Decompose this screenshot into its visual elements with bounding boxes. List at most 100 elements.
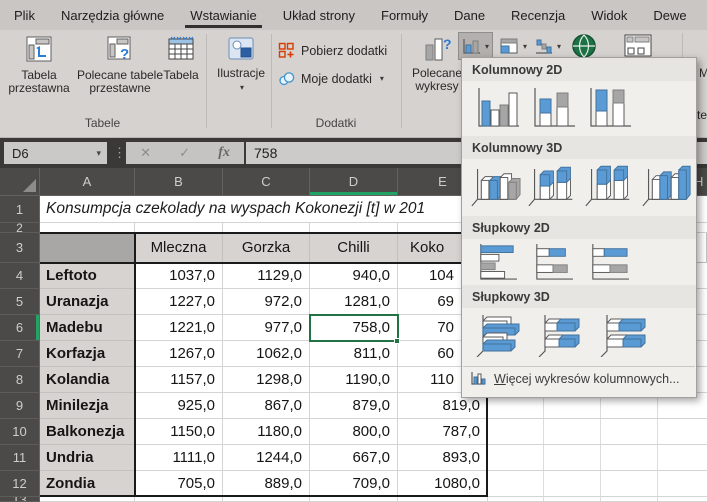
row-header[interactable]: 1 [0,196,40,223]
chart-option-stacked-bar-3d[interactable] [536,313,588,357]
tab-widok[interactable]: Widok [591,0,627,30]
pivot-table-button[interactable]: Tabela przestawna [6,33,72,95]
cell-value[interactable]: 1298,0 [223,367,310,393]
cell-value[interactable]: 811,0 [310,341,398,367]
row-header[interactable]: 6 [0,315,40,341]
row-header[interactable]: 11 [0,445,40,471]
cell-value[interactable]: 889,0 [223,471,310,497]
row-header[interactable]: 10 [0,419,40,445]
cell-value[interactable]: 705,0 [135,471,223,497]
cell-value[interactable]: 1221,0 [135,315,223,341]
cell-value[interactable]: 800,0 [310,419,398,445]
cell-empty[interactable] [488,471,707,497]
tab-dane[interactable]: Dane [454,0,485,30]
cell-island-name[interactable]: Leftoto [40,263,135,289]
insert-hierarchy-chart-button[interactable]: ▾ [497,33,530,59]
cell-value[interactable]: 1244,0 [223,445,310,471]
row-header[interactable]: 2 [0,223,40,233]
tab-uklad-strony[interactable]: Układ strony [283,0,355,30]
tab-recenzja[interactable]: Recenzja [511,0,565,30]
pivotchart-button[interactable] [620,33,656,59]
row-header[interactable]: 9 [0,393,40,419]
chart-option-stacked-column-2d[interactable] [530,86,576,130]
recommended-charts-button[interactable]: ? Polecane wykresy [409,33,465,93]
cell-value[interactable]: 787,0 [398,419,488,445]
chart-option-stacked-column-3d[interactable] [527,164,578,210]
cell-island-name[interactable]: Kolandia [40,367,135,393]
chart-option-100-stacked-column-3d[interactable] [584,164,635,210]
enter-icon[interactable]: ✓ [179,145,190,161]
chart-option-clustered-bar-2d[interactable] [474,243,520,281]
chart-option-100-stacked-bar-3d[interactable] [598,313,650,357]
cell-header[interactable]: Mleczna [135,233,223,263]
cell-empty[interactable] [398,497,488,502]
cell-value[interactable]: 1150,0 [135,419,223,445]
chevron-down-icon[interactable]: ▾ [96,148,101,159]
tab-wstawianie[interactable]: Wstawianie [190,0,256,30]
cell-value[interactable]: 1281,0 [310,289,398,315]
chart-option-100-stacked-column-2d[interactable] [586,86,632,130]
cell-value[interactable]: 1111,0 [135,445,223,471]
cell-value[interactable]: 1157,0 [135,367,223,393]
cell-header[interactable]: Gorzka [223,233,310,263]
cell-empty[interactable] [488,497,707,502]
chart-option-clustered-bar-3d[interactable] [474,313,526,357]
row-header[interactable]: 8 [0,367,40,393]
cell-value[interactable]: 1190,0 [310,367,398,393]
recommended-pivot-tables-button[interactable]: ? Polecane tabele przestawne [72,33,168,95]
table-button[interactable]: Tabela [158,33,204,82]
row-header[interactable]: 12 [0,471,40,497]
row-header[interactable]: 13 [0,497,40,502]
cell-value[interactable]: 879,0 [310,393,398,419]
cell-value[interactable]: 940,0 [310,263,398,289]
insert-waterfall-chart-button[interactable]: ▾ [531,33,564,59]
cell-empty[interactable] [40,497,135,502]
cell-value[interactable]: 972,0 [223,289,310,315]
illustrations-button[interactable]: Ilustracje ▾ [212,33,270,94]
cell-value[interactable]: 1227,0 [135,289,223,315]
column-header-c[interactable]: C [223,168,310,196]
cell-value[interactable]: 893,0 [398,445,488,471]
cell-empty[interactable] [135,497,223,502]
cell-value[interactable]: 667,0 [310,445,398,471]
cell-island-name[interactable]: Undria [40,445,135,471]
cell-empty[interactable] [310,497,398,502]
tab-plik[interactable]: Plik [14,0,35,30]
cancel-icon[interactable]: ✕ [140,145,151,161]
cell-value[interactable]: 1080,0 [398,471,488,497]
get-addins-button[interactable]: Pobierz dodatki [278,42,387,59]
column-header-b[interactable]: B [135,168,223,196]
chart-option-clustered-column-2d[interactable] [474,86,520,130]
cell-value[interactable]: 1037,0 [135,263,223,289]
cell-empty[interactable] [223,497,310,502]
cell-value[interactable]: 925,0 [135,393,223,419]
insert-function-icon[interactable]: fx [218,145,230,161]
cell-value[interactable]: 1267,0 [135,341,223,367]
cell-island-name[interactable]: Minilezja [40,393,135,419]
cell-island-name[interactable]: Korfazja [40,341,135,367]
row-header[interactable]: 5 [0,289,40,315]
row-header[interactable]: 7 [0,341,40,367]
column-header-a[interactable]: A [40,168,135,196]
cell-value[interactable]: 867,0 [223,393,310,419]
column-header-d[interactable]: D [310,168,398,196]
insert-column-chart-button[interactable]: ▾ [459,33,492,59]
cell-empty[interactable] [488,445,707,471]
cell-island-name[interactable]: Balkonezja [40,419,135,445]
cell-island-name[interactable]: Zondia [40,471,135,497]
chart-option-100-stacked-bar-2d[interactable] [586,243,632,281]
cell-empty-gray[interactable] [40,233,135,263]
cell-island-name[interactable]: Uranazja [40,289,135,315]
tab-deweloper[interactable]: Dewe [653,0,686,30]
cell-header[interactable]: Chilli [310,233,398,263]
cell-value[interactable]: 1062,0 [223,341,310,367]
formula-bar-resizer[interactable]: ⋮ [113,142,126,164]
tab-formuly[interactable]: Formuły [381,0,428,30]
cell-value[interactable]: 1129,0 [223,263,310,289]
cell-island-name[interactable]: Madebu [40,315,135,341]
tab-narzedzia-glowne[interactable]: Narzędzia główne [61,0,164,30]
row-header[interactable]: 4 [0,263,40,289]
select-all-corner[interactable] [0,168,40,196]
cell-value[interactable]: 709,0 [310,471,398,497]
row-header[interactable]: 3 [0,233,40,263]
